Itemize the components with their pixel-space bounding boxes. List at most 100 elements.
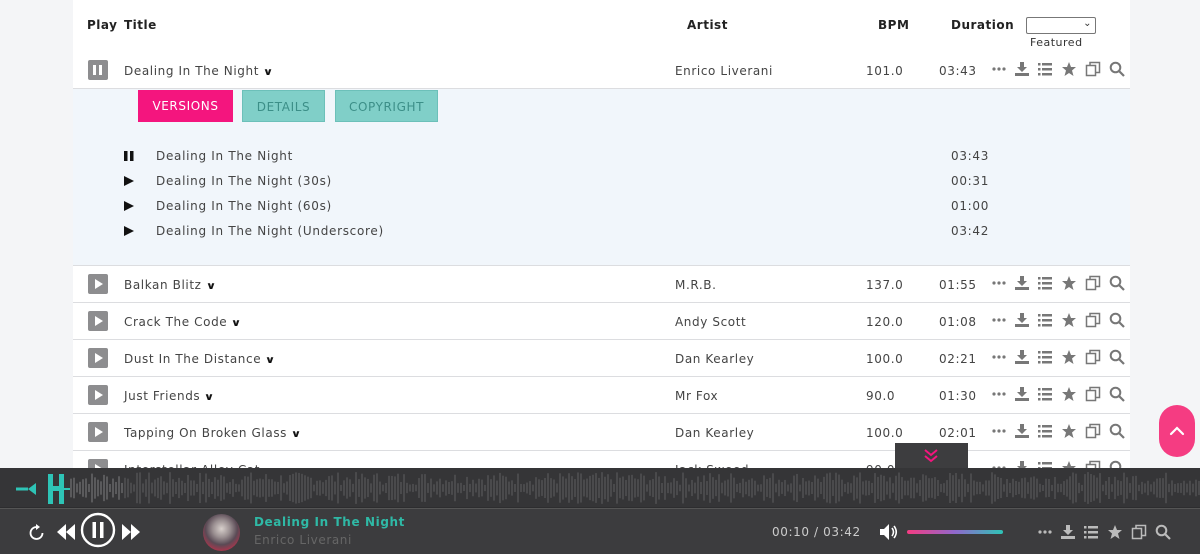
next-track-icon[interactable] bbox=[121, 523, 141, 541]
list-icon[interactable] bbox=[1037, 423, 1053, 439]
download-icon[interactable] bbox=[1014, 61, 1030, 77]
header-bpm[interactable]: BPM bbox=[878, 18, 909, 32]
more-icon[interactable] bbox=[1038, 524, 1052, 544]
copy-icon[interactable] bbox=[1085, 61, 1101, 77]
header-title[interactable]: Title bbox=[124, 18, 157, 32]
volume-slider[interactable] bbox=[907, 530, 1003, 534]
table-row[interactable]: Dealing In The Night ∨ Enrico Liverani 101.… bbox=[73, 52, 1130, 89]
star-icon[interactable] bbox=[1061, 386, 1077, 402]
tab-details[interactable]: DETAILS bbox=[242, 90, 325, 122]
pause-icon[interactable] bbox=[123, 150, 135, 162]
previous-track-icon[interactable] bbox=[56, 523, 76, 541]
version-row[interactable]: Dealing In The Night (30s) 00:31 bbox=[123, 172, 1003, 192]
more-icon[interactable] bbox=[992, 61, 1008, 77]
star-icon[interactable] bbox=[1061, 349, 1077, 365]
search-icon[interactable] bbox=[1155, 524, 1171, 544]
more-icon[interactable] bbox=[992, 423, 1008, 439]
download-icon[interactable] bbox=[1014, 312, 1030, 328]
search-icon[interactable] bbox=[1109, 460, 1125, 468]
play-button[interactable] bbox=[88, 274, 108, 294]
download-icon[interactable] bbox=[1014, 275, 1030, 291]
search-icon[interactable] bbox=[1109, 275, 1125, 291]
track-title[interactable]: Tapping On Broken Glass ∨ bbox=[124, 426, 301, 440]
play-icon[interactable] bbox=[123, 200, 135, 212]
download-icon[interactable] bbox=[1014, 386, 1030, 402]
search-icon[interactable] bbox=[1109, 386, 1125, 402]
header-artist[interactable]: Artist bbox=[687, 18, 728, 32]
version-title[interactable]: Dealing In The Night (60s) bbox=[156, 199, 332, 213]
version-row[interactable]: Dealing In The Night (Underscore) 03:42 bbox=[123, 222, 1003, 242]
track-artist[interactable]: Dan Kearley bbox=[675, 352, 754, 366]
copy-icon[interactable] bbox=[1085, 349, 1101, 365]
download-icon[interactable] bbox=[1060, 524, 1076, 544]
search-icon[interactable] bbox=[1109, 312, 1125, 328]
play-button[interactable] bbox=[88, 459, 108, 468]
chevron-down-icon[interactable]: ∨ bbox=[263, 67, 274, 78]
copy-icon[interactable] bbox=[1085, 460, 1101, 468]
tab-copyright[interactable]: COPYRIGHT bbox=[335, 90, 438, 122]
star-icon[interactable] bbox=[1061, 61, 1077, 77]
track-title[interactable]: Just Friends ∨ bbox=[124, 389, 215, 403]
search-icon[interactable] bbox=[1109, 61, 1125, 77]
version-title[interactable]: Dealing In The Night (Underscore) bbox=[156, 224, 384, 238]
play-button[interactable] bbox=[88, 385, 108, 405]
list-icon[interactable] bbox=[1083, 524, 1099, 544]
download-icon[interactable] bbox=[1014, 349, 1030, 365]
version-row[interactable]: Dealing In The Night 03:43 bbox=[123, 147, 1003, 167]
chevron-down-icon[interactable]: ∨ bbox=[265, 355, 276, 366]
list-icon[interactable] bbox=[1037, 312, 1053, 328]
tab-versions[interactable]: VERSIONS bbox=[138, 90, 233, 122]
track-artist[interactable]: Enrico Liverani bbox=[675, 64, 773, 78]
chevron-down-icon[interactable]: ∨ bbox=[231, 318, 242, 329]
chevron-down-icon[interactable]: ∨ bbox=[205, 281, 216, 292]
download-icon[interactable] bbox=[1014, 423, 1030, 439]
track-title[interactable]: Balkan Blitz ∨ bbox=[124, 278, 216, 292]
more-icon[interactable] bbox=[992, 349, 1008, 365]
table-row[interactable]: Tapping On Broken Glass ∨ Dan Kearley 100.0… bbox=[73, 414, 1130, 451]
star-icon[interactable] bbox=[1107, 524, 1123, 544]
table-row[interactable]: Balkan Blitz ∨ M.R.B. 137.0 01:55 bbox=[73, 266, 1130, 303]
version-row[interactable]: Dealing In The Night (60s) 01:00 bbox=[123, 197, 1003, 217]
version-title[interactable]: Dealing In The Night bbox=[156, 149, 293, 163]
now-playing-artist[interactable]: Enrico Liverani bbox=[254, 533, 352, 547]
play-button[interactable] bbox=[88, 348, 108, 368]
track-artist[interactable]: M.R.B. bbox=[675, 278, 717, 292]
sort-select[interactable]: Featured ⌄ bbox=[1026, 17, 1096, 49]
play-icon[interactable] bbox=[123, 175, 135, 187]
table-row[interactable]: Just Friends ∨ Mr Fox 90.0 01:30 bbox=[73, 377, 1130, 414]
more-icon[interactable] bbox=[992, 275, 1008, 291]
copy-icon[interactable] bbox=[1085, 275, 1101, 291]
scroll-to-top-button[interactable] bbox=[1159, 405, 1195, 457]
list-icon[interactable] bbox=[1037, 275, 1053, 291]
play-button[interactable] bbox=[88, 422, 108, 442]
waveform[interactable] bbox=[0, 468, 1200, 508]
list-icon[interactable] bbox=[1037, 349, 1053, 365]
track-artist[interactable]: Mr Fox bbox=[675, 389, 718, 403]
list-icon[interactable] bbox=[1037, 460, 1053, 468]
download-icon[interactable] bbox=[1014, 460, 1030, 468]
track-artist[interactable]: Andy Scott bbox=[675, 315, 746, 329]
chevron-down-icon[interactable]: ∨ bbox=[204, 392, 215, 403]
copy-icon[interactable] bbox=[1085, 423, 1101, 439]
play-icon[interactable] bbox=[123, 225, 135, 237]
star-icon[interactable] bbox=[1061, 460, 1077, 468]
star-icon[interactable] bbox=[1061, 312, 1077, 328]
more-icon[interactable] bbox=[992, 386, 1008, 402]
copy-icon[interactable] bbox=[1085, 386, 1101, 402]
star-icon[interactable] bbox=[1061, 423, 1077, 439]
now-playing-title[interactable]: Dealing In The Night bbox=[254, 515, 405, 529]
table-row[interactable]: Dust In The Distance ∨ Dan Kearley 100.0 02:… bbox=[73, 340, 1130, 377]
collapse-player-button[interactable] bbox=[895, 443, 968, 468]
star-icon[interactable] bbox=[1061, 275, 1077, 291]
more-icon[interactable] bbox=[992, 460, 1008, 468]
search-icon[interactable] bbox=[1109, 423, 1125, 439]
copy-icon[interactable] bbox=[1131, 524, 1147, 544]
version-title[interactable]: Dealing In The Night (30s) bbox=[156, 174, 332, 188]
pause-button[interactable] bbox=[80, 512, 116, 548]
list-icon[interactable] bbox=[1037, 386, 1053, 402]
pause-button[interactable] bbox=[88, 60, 108, 80]
search-icon[interactable] bbox=[1109, 349, 1125, 365]
header-duration[interactable]: Duration bbox=[951, 18, 1014, 32]
track-title[interactable]: Crack The Code ∨ bbox=[124, 315, 242, 329]
replay-icon[interactable] bbox=[28, 524, 45, 541]
